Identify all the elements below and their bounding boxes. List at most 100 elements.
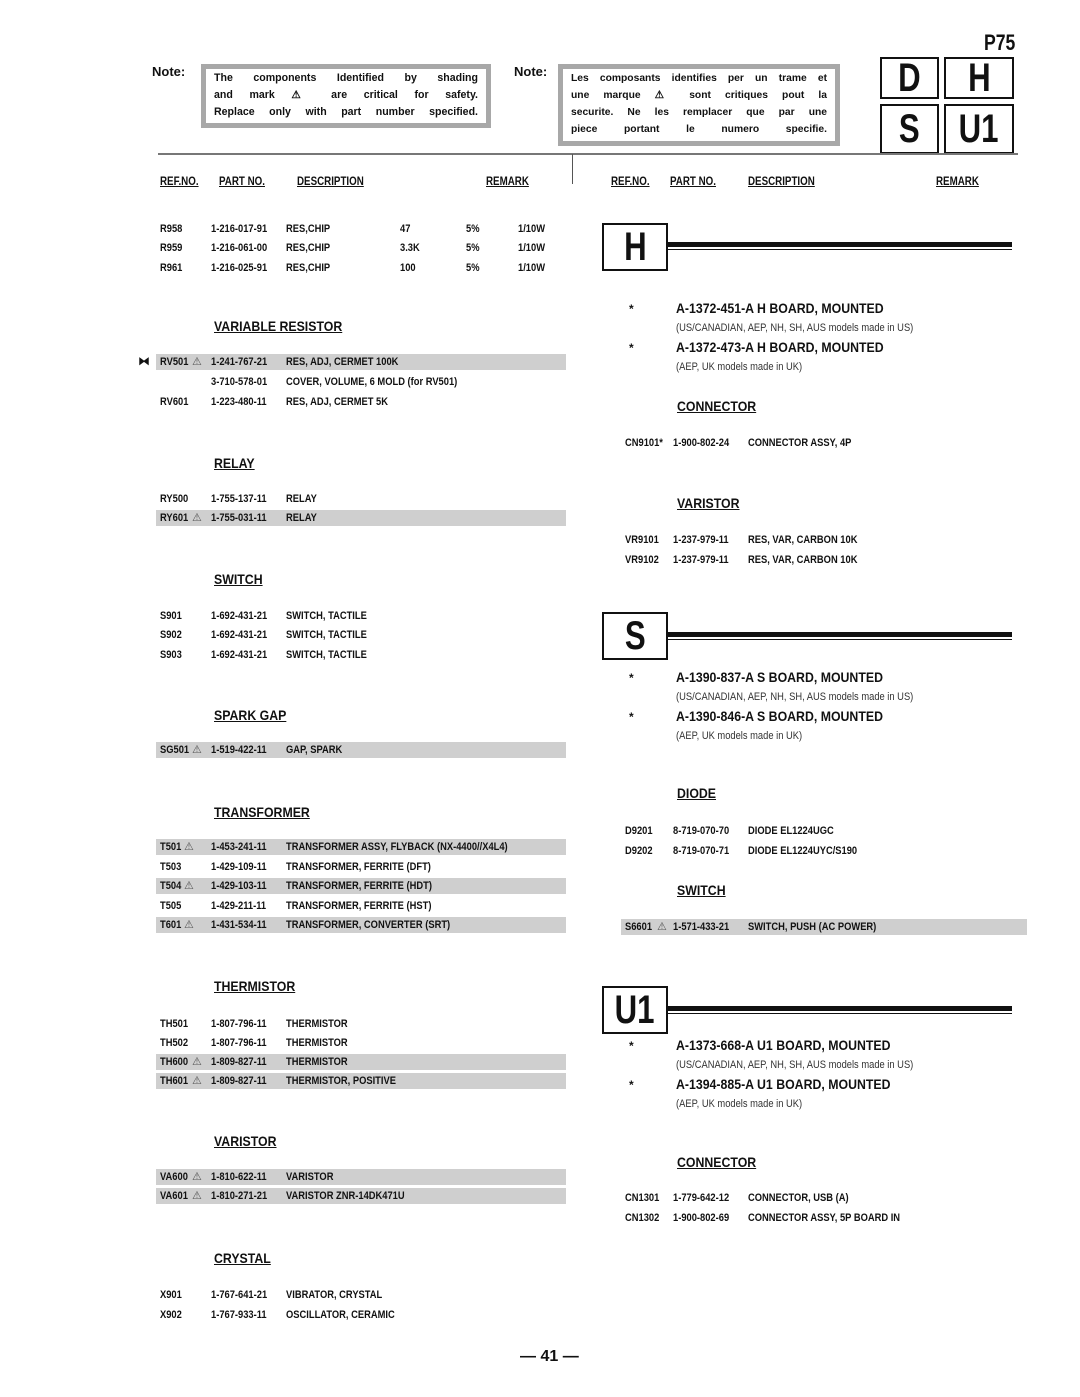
remark-value: 3.3K: [400, 242, 420, 254]
note-line: and mark ⚠ are critical for safety.: [214, 89, 478, 101]
part-number: 1-809-827-11: [211, 1075, 267, 1087]
ref-number: RY601: [160, 512, 189, 524]
part-number: 1-767-641-21: [211, 1289, 268, 1301]
board-letter: U1: [615, 987, 655, 1032]
section-title: THERMISTOR: [214, 978, 296, 994]
asterisk: *: [629, 1078, 634, 1092]
warning-icon: ⚠: [657, 921, 667, 933]
part-number: 1-755-031-11: [211, 512, 267, 524]
part-row: T601 ⚠ 1-431-534-11 TRANSFORMER, CONVERTER …: [156, 917, 566, 933]
part-number: 1-216-025-91: [211, 262, 268, 274]
part-number: 1-810-622-11: [211, 1171, 267, 1183]
part-number: 1-431-534-11: [211, 919, 267, 931]
part-number: 1-453-241-11: [211, 841, 267, 853]
note-line: Les composants identifies per un trame e…: [571, 73, 827, 84]
remark-watt: 1/10W: [518, 242, 546, 254]
ref-number: T504: [160, 880, 182, 892]
board-rule: [668, 639, 1012, 640]
warning-icon: ⚠: [192, 744, 202, 756]
part-description: GAP, SPARK: [286, 744, 343, 756]
part-description: TRANSFORMER ASSY, FLYBACK (NX-4400//X4L4…: [286, 841, 508, 853]
part-description: DIODE EL1224UYC/S190: [748, 845, 858, 857]
part-number: 1-223-480-11: [211, 396, 267, 408]
part-number: 1-429-103-11: [211, 880, 267, 892]
note-box-en: The components Identified by shading and…: [201, 64, 491, 128]
part-description: THERMISTOR: [286, 1037, 348, 1049]
ref-number: X901: [160, 1289, 182, 1301]
section-title: CONNECTOR: [677, 398, 757, 414]
asterisk: *: [629, 1039, 634, 1053]
part-number: 1-692-431-21: [211, 649, 268, 661]
warning-icon: ⚠: [184, 880, 194, 892]
part-row: RV501 ⚠ 1-241-767-21 RES, ADJ, CERMET 100K ⧓: [138, 354, 566, 370]
part-row: S902 1-692-431-21 SWITCH, TACTILE: [156, 627, 566, 643]
ref-number: CN1301: [625, 1192, 660, 1204]
mounted-board-title: A-1372-473-A H BOARD, MOUNTED: [676, 339, 884, 355]
warning-icon: ⚠: [192, 1075, 202, 1087]
part-number: 1-237-979-11: [673, 554, 729, 566]
part-number: 1-900-802-69: [673, 1212, 730, 1224]
part-row: R959 1-216-061-00 RES,CHIP 3.3K 5% 1/10W: [156, 240, 566, 256]
part-description: DIODE EL1224UGC: [748, 825, 834, 837]
page-number: — 41 —: [520, 1348, 579, 1365]
ref-number: RV501: [160, 356, 189, 368]
ref-number: R958: [160, 223, 183, 235]
part-description: TRANSFORMER, FERRITE (HST): [286, 900, 432, 912]
part-number: 1-692-431-21: [211, 629, 268, 641]
board-rule: [668, 242, 1012, 247]
part-row: R958 1-216-017-91 RES,CHIP 47 5% 1/10W: [156, 221, 566, 237]
warning-icon: ⚠: [184, 919, 194, 931]
part-row: T503 1-429-109-11 TRANSFORMER, FERRITE (DF…: [156, 859, 566, 875]
asterisk: *: [629, 710, 634, 724]
part-description: VARISTOR ZNR-14DK471U: [286, 1190, 405, 1202]
section-title: VARISTOR: [214, 1133, 277, 1149]
model-note: (AEP, UK models made in UK): [676, 1098, 803, 1110]
part-number: 8-719-070-70: [673, 825, 730, 837]
section-title: TRANSFORMER: [214, 804, 310, 820]
board-rule: [668, 1013, 1012, 1014]
part-row: TH600 ⚠ 1-809-827-11 THERMISTOR: [156, 1054, 566, 1070]
model-note: (US/CANADIAN, AEP, NH, SH, AUS models ma…: [676, 322, 914, 334]
warning-icon: ⚠: [192, 356, 202, 368]
part-number: 1-237-979-11: [673, 534, 729, 546]
part-number: 1-810-271-21: [211, 1190, 268, 1202]
part-row: TH501 1-807-796-11 THERMISTOR: [156, 1016, 566, 1032]
part-number: 1-692-431-21: [211, 610, 268, 622]
board-rule: [668, 249, 1012, 250]
part-description: SWITCH, TACTILE: [286, 610, 367, 622]
warning-icon: ⚠: [192, 512, 202, 524]
ref-number: CN9101*: [625, 437, 663, 449]
asterisk: *: [629, 302, 634, 316]
part-number: 1-767-933-11: [211, 1309, 267, 1321]
col-header-part: PART NO.: [670, 176, 716, 188]
remark-tol: 5%: [466, 262, 480, 274]
page-code: P75: [984, 30, 1016, 55]
board-letter: H: [623, 224, 647, 269]
ref-number: TH600: [160, 1056, 189, 1068]
ref-number: RY500: [160, 493, 189, 505]
part-row: CN1301 1-779-642-12 CONNECTOR, USB (A): [621, 1190, 1027, 1206]
ref-number: S901: [160, 610, 182, 622]
part-number: 1-571-433-21: [673, 921, 730, 933]
board-letter-box: H: [602, 223, 668, 271]
ref-number: T503: [160, 861, 182, 873]
part-description: THERMISTOR: [286, 1056, 348, 1068]
model-note: (US/CANADIAN, AEP, NH, SH, AUS models ma…: [676, 691, 914, 703]
remark-tol: 5%: [466, 242, 480, 254]
ref-number: CN1302: [625, 1212, 660, 1224]
mounted-board-title: A-1390-846-A S BOARD, MOUNTED: [676, 708, 883, 724]
mounted-board-title: A-1390-837-A S BOARD, MOUNTED: [676, 669, 883, 685]
part-description: RES,CHIP: [286, 262, 331, 274]
part-row: CN9101* 1-900-802-24 CONNECTOR ASSY, 4P: [621, 435, 1027, 451]
remark-tol: 5%: [466, 223, 480, 235]
warning-icon: ⚠: [192, 1190, 202, 1202]
remark-watt: 1/10W: [518, 262, 546, 274]
ref-number: TH502: [160, 1037, 189, 1049]
part-number: 1-241-767-21: [211, 356, 268, 368]
part-number: 1-216-017-91: [211, 223, 268, 235]
part-row: T505 1-429-211-11 TRANSFORMER, FERRITE (HS…: [156, 898, 566, 914]
part-row: VR9101 1-237-979-11 RES, VAR, CARBON 10K: [621, 532, 1027, 548]
part-description: TRANSFORMER, FERRITE (DFT): [286, 861, 431, 873]
part-row: VR9102 1-237-979-11 RES, VAR, CARBON 10K: [621, 552, 1027, 568]
part-description: OSCILLATOR, CERAMIC: [286, 1309, 395, 1321]
